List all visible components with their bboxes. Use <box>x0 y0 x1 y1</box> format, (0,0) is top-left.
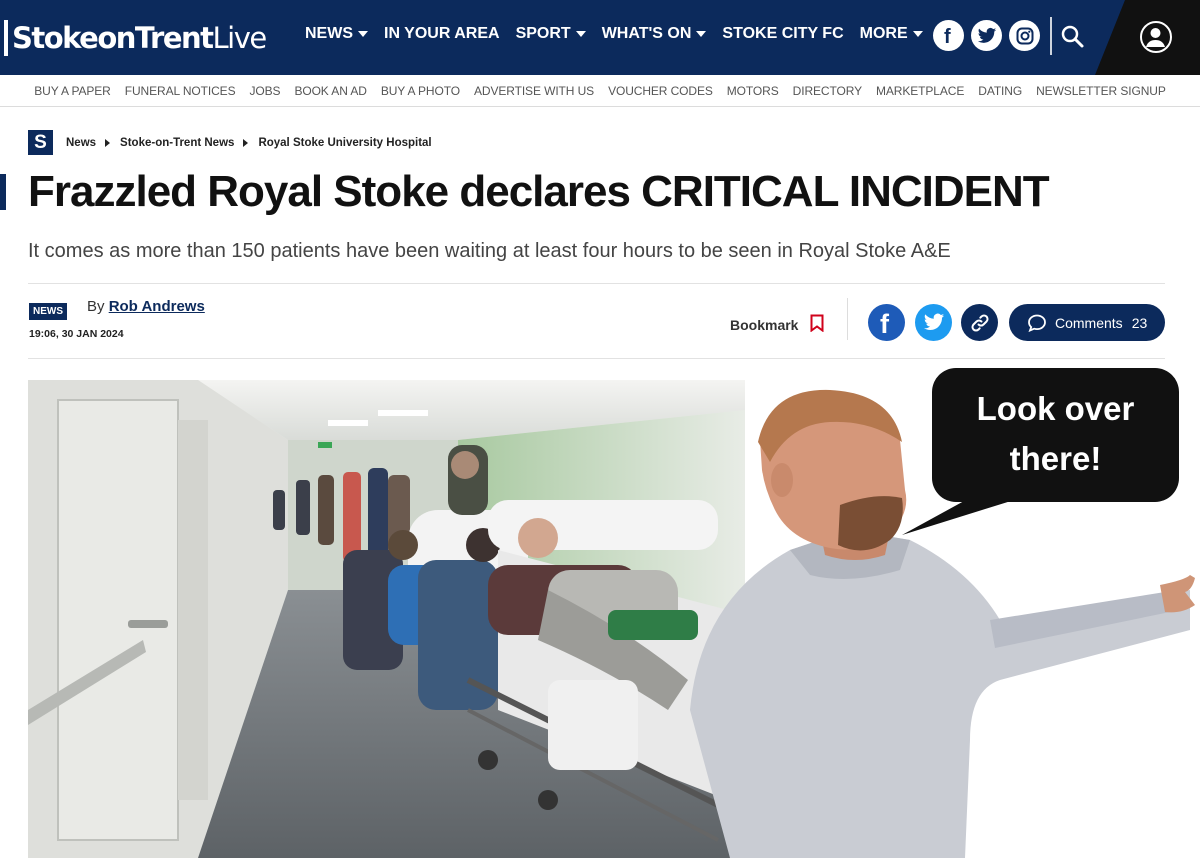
facebook-icon[interactable]: f <box>933 20 964 51</box>
divider <box>28 283 1165 284</box>
subnav-newsletter-signup[interactable]: NEWSLETTER SIGNUP <box>1036 84 1166 98</box>
nav-sport[interactable]: SPORT <box>516 25 586 43</box>
bookmark-icon <box>810 314 824 335</box>
chevron-right-icon <box>105 138 111 147</box>
nav-in-your-area[interactable]: IN YOUR AREA <box>384 25 500 43</box>
instagram-icon[interactable] <box>1009 20 1040 51</box>
account-icon[interactable] <box>1140 21 1172 53</box>
social-links: f <box>933 20 1040 51</box>
article-standfirst: It comes as more than 150 patients have … <box>28 240 951 262</box>
subnav-voucher-codes[interactable]: VOUCHER CODES <box>608 84 713 98</box>
chevron-down-icon <box>912 31 923 37</box>
top-navigation-bar: StokeonTrentLive NEWS IN YOUR AREA SPORT… <box>0 0 1200 75</box>
action-divider <box>847 298 848 340</box>
subnav-funeral-notices[interactable]: FUNERAL NOTICES <box>125 84 236 98</box>
twitter-icon[interactable] <box>971 20 1002 51</box>
comments-button[interactable]: Comments 23 <box>1009 304 1165 341</box>
comments-count: 23 <box>1131 314 1148 331</box>
facebook-icon: f <box>880 309 890 339</box>
breadcrumb-stoke-news[interactable]: Stoke-on-Trent News <box>120 137 234 149</box>
subnav-dating[interactable]: DATING <box>978 84 1022 98</box>
site-logo[interactable]: StokeonTrentLive <box>4 18 267 58</box>
share-facebook-button[interactable]: f <box>868 304 905 341</box>
chevron-down-icon <box>575 31 586 37</box>
logo-text: StokeonTrentLive <box>12 21 267 55</box>
article-hero-image <box>28 380 745 858</box>
twitter-icon <box>923 313 944 331</box>
divider <box>28 358 1165 359</box>
breadcrumb-news[interactable]: News <box>66 137 96 149</box>
breadcrumb-royal-stoke[interactable]: Royal Stoke University Hospital <box>258 137 431 149</box>
comment-icon <box>1028 314 1046 332</box>
svg-text:f: f <box>880 309 890 339</box>
subnav-motors[interactable]: MOTORS <box>727 84 779 98</box>
chevron-down-icon <box>358 31 368 37</box>
nav-whats-on[interactable]: WHAT'S ON <box>602 25 707 43</box>
subnav-book-an-ad[interactable]: BOOK AN AD <box>294 84 366 98</box>
section-logo[interactable]: S <box>28 130 53 155</box>
chevron-right-icon <box>243 138 249 147</box>
link-icon <box>970 313 989 332</box>
article-headline: Frazzled Royal Stoke declares CRITICAL I… <box>28 167 1050 216</box>
breadcrumb: S News Stoke-on-Trent News Royal Stoke U… <box>28 130 432 155</box>
speech-bubble: Look over there! <box>932 368 1179 502</box>
logo-mark <box>4 20 8 56</box>
byline: By Rob Andrews <box>87 298 205 315</box>
main-nav: NEWS IN YOUR AREA SPORT WHAT'S ON STOKE … <box>305 25 939 43</box>
chevron-down-icon <box>696 31 707 37</box>
nav-news[interactable]: NEWS <box>305 25 368 43</box>
subnav-marketplace[interactable]: MARKETPLACE <box>876 84 964 98</box>
copy-link-button[interactable] <box>961 304 998 341</box>
secondary-nav: BUY A PAPER FUNERAL NOTICES JOBS BOOK AN… <box>0 75 1200 107</box>
speech-line-1: Look over <box>976 390 1135 427</box>
publish-date: 19:06, 30 JAN 2024 <box>29 328 124 340</box>
subnav-advertise-with-us[interactable]: ADVERTISE WITH US <box>474 84 594 98</box>
bookmark-button[interactable]: Bookmark <box>730 314 824 335</box>
search-icon[interactable] <box>1060 24 1086 50</box>
svg-text:f: f <box>944 26 951 48</box>
headline-accent-bar <box>0 174 6 210</box>
subnav-directory[interactable]: DIRECTORY <box>793 84 862 98</box>
nav-more[interactable]: MORE <box>860 25 923 43</box>
subnav-buy-a-paper[interactable]: BUY A PAPER <box>34 84 111 98</box>
header-divider <box>1050 17 1052 55</box>
share-twitter-button[interactable] <box>915 304 952 341</box>
author-link[interactable]: Rob Andrews <box>109 298 205 315</box>
subnav-buy-a-photo[interactable]: BUY A PHOTO <box>381 84 460 98</box>
speech-line-2: there! <box>1009 440 1102 477</box>
category-tag[interactable]: NEWS <box>29 303 67 320</box>
nav-stoke-city-fc[interactable]: STOKE CITY FC <box>722 25 843 43</box>
subnav-jobs[interactable]: JOBS <box>249 84 280 98</box>
